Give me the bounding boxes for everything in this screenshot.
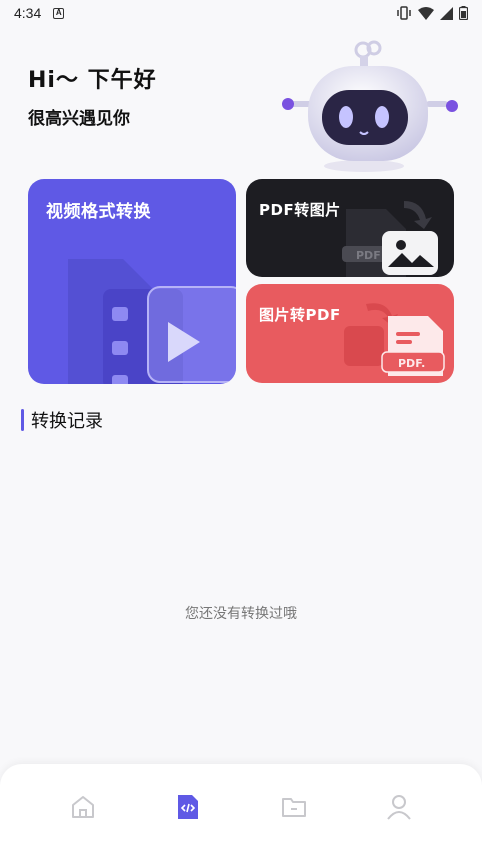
nav-files[interactable] bbox=[274, 792, 314, 822]
pdf-to-image-label: PDF转图片 bbox=[259, 201, 341, 219]
nav-home[interactable] bbox=[63, 792, 103, 822]
status-time: 4:34 bbox=[14, 5, 42, 21]
image-to-pdf-label: 图片转PDF bbox=[259, 306, 341, 324]
records-empty-message: 您还没有转换过哦 bbox=[185, 606, 297, 622]
video-convert-card[interactable]: 视频格式转换 bbox=[28, 179, 236, 384]
greeting: Hi～ 下午好 很高兴遇见你 bbox=[28, 62, 157, 129]
records-accent-bar bbox=[21, 409, 24, 431]
records-header: 转换记录 bbox=[21, 407, 103, 433]
robot-mascot-icon bbox=[282, 40, 458, 172]
greeting-subtitle: 很高兴遇见你 bbox=[28, 109, 130, 129]
vibrate-icon bbox=[397, 6, 411, 20]
pdf-badge-text: PDF bbox=[356, 249, 381, 262]
nav-convert[interactable] bbox=[168, 792, 208, 822]
battery-icon bbox=[459, 6, 468, 20]
user-icon bbox=[387, 795, 412, 820]
pdf-image-icon: PDF bbox=[342, 201, 438, 277]
status-icons bbox=[396, 6, 468, 20]
video-convert-label: 视频格式转换 bbox=[46, 202, 151, 222]
image-to-pdf-card[interactable]: PDF. 图片转PDF bbox=[246, 284, 454, 383]
signal-icon bbox=[440, 6, 453, 20]
folder-icon bbox=[281, 798, 306, 817]
nav-profile[interactable] bbox=[379, 792, 419, 822]
greeting-title: Hi～ 下午好 bbox=[28, 68, 157, 93]
image-pdf-icon: PDF. bbox=[344, 303, 445, 376]
code-file-icon bbox=[178, 795, 199, 819]
records-title: 转换记录 bbox=[31, 411, 103, 432]
bottom-nav bbox=[0, 764, 482, 858]
notification-a-icon: A bbox=[53, 7, 65, 19]
pdf-dot-badge-text: PDF. bbox=[398, 357, 425, 370]
status-bar: 4:34 A bbox=[0, 0, 482, 26]
pdf-to-image-card[interactable]: PDF PDF转图片 bbox=[246, 179, 454, 277]
home-icon bbox=[71, 796, 94, 818]
wifi-icon bbox=[418, 6, 434, 20]
